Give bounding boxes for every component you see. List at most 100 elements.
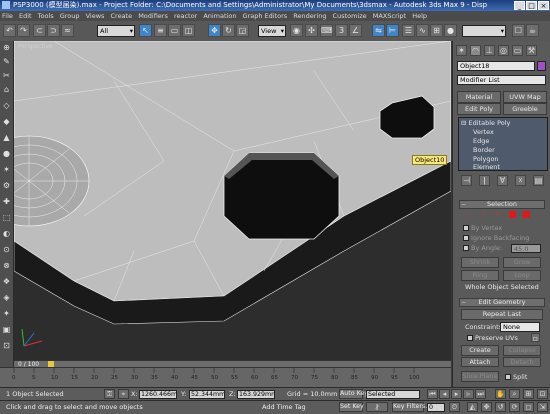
pin-stack-icon[interactable]: ⊣ xyxy=(461,175,472,186)
material-button[interactable]: Material xyxy=(457,91,501,103)
polygon-mode-icon[interactable] xyxy=(509,211,516,218)
attach-button[interactable]: Attach xyxy=(461,357,499,367)
tool-icon-7[interactable]: ▲ xyxy=(2,133,11,142)
stack-sub-edge[interactable]: Edge xyxy=(473,137,489,145)
bind-space-warp-icon[interactable]: ≈ xyxy=(61,24,74,37)
pivot-center-icon[interactable]: ◉ xyxy=(290,24,303,37)
stack-sub-vertex[interactable]: Vertex xyxy=(473,128,494,136)
maximize-viewport-icon[interactable]: ◻ xyxy=(523,402,534,412)
snap-toggle-icon[interactable]: 3 xyxy=(335,24,348,37)
add-time-tag-button[interactable]: Add Time Tag xyxy=(262,403,306,411)
menu-help[interactable]: Help xyxy=(412,12,427,20)
pan-view-icon[interactable]: ✥ xyxy=(481,402,492,412)
create-tab-icon[interactable]: ✶ xyxy=(456,45,467,56)
zoom-all-icon[interactable]: ⊞ xyxy=(523,389,534,399)
greeble-button[interactable]: Greeble xyxy=(503,103,547,115)
next-frame-icon[interactable]: ▹ xyxy=(463,389,474,399)
by-vertex-checkbox[interactable] xyxy=(463,225,469,231)
by-angle-checkbox[interactable] xyxy=(463,245,469,251)
edit-geometry-rollout-header[interactable]: − Edit Geometry xyxy=(459,298,545,307)
zoom-icon[interactable]: ⌕ xyxy=(509,389,520,399)
schematic-view-icon[interactable]: ⊞ xyxy=(430,24,443,37)
stack-sub-border[interactable]: Border xyxy=(473,146,495,154)
edit-poly-button[interactable]: Edit Poly xyxy=(457,103,501,115)
lock-selection-icon[interactable]: ⚿ xyxy=(104,389,115,399)
border-mode-icon[interactable]: ◇ xyxy=(495,211,502,218)
go-to-start-icon[interactable]: ⏮ xyxy=(427,389,438,399)
menu-rendering[interactable]: Rendering xyxy=(293,12,326,20)
rectangle-selection-icon[interactable]: ▭ xyxy=(168,24,181,37)
modifier-stack[interactable]: ⊟ Editable Poly Vertex Edge Border Polyg… xyxy=(458,117,548,171)
uvw-map-button[interactable]: UVW Map xyxy=(503,91,547,103)
slice-plane-button[interactable]: Slice Plane xyxy=(461,371,499,382)
menu-file[interactable]: File xyxy=(2,12,13,20)
ring-button[interactable]: Ring xyxy=(461,270,499,281)
selection-filter-dropdown[interactable]: All xyxy=(97,25,135,37)
tool-icon-4[interactable]: ⌂ xyxy=(2,85,11,94)
tool-icon-13[interactable]: ◐ xyxy=(2,229,11,238)
select-and-scale-icon[interactable]: ◲ xyxy=(236,24,249,37)
perspective-viewport[interactable]: Perspective Object10 xyxy=(14,41,451,360)
curve-editor-icon[interactable]: ∿ xyxy=(416,24,429,37)
grow-button[interactable]: Grow xyxy=(503,257,541,268)
x-coordinate-field[interactable]: 1260.466m xyxy=(139,390,177,399)
auto-key-button[interactable]: Auto Key xyxy=(339,389,368,399)
menu-reactor[interactable]: reactor xyxy=(174,12,197,20)
object-name-field[interactable]: Object18 xyxy=(457,61,535,71)
by-angle-spinner[interactable]: 45.0 xyxy=(511,244,541,253)
tool-icon-9[interactable]: ✶ xyxy=(2,165,11,174)
tool-icon-12[interactable]: ⬚ xyxy=(2,213,11,222)
tool-icon-15[interactable]: ⊗ xyxy=(2,261,11,270)
minimize-button[interactable]: _ xyxy=(514,1,525,10)
select-by-name-icon[interactable]: ≡ xyxy=(154,24,167,37)
shrink-button[interactable]: Shrink xyxy=(461,257,499,268)
preserve-uvs-checkbox[interactable] xyxy=(467,335,473,341)
tool-icon-18[interactable]: ✦ xyxy=(2,309,11,318)
set-key-icon[interactable]: ⚷ xyxy=(366,402,388,412)
go-to-end-icon[interactable]: ⏭ xyxy=(475,389,486,399)
menu-create[interactable]: Create xyxy=(111,12,133,20)
tool-icon-8[interactable]: ● xyxy=(2,149,11,158)
unlink-icon[interactable]: ⊃ xyxy=(47,24,60,37)
select-object-icon[interactable]: ↖ xyxy=(139,24,152,37)
stack-root-editable-poly[interactable]: ⊟ Editable Poly xyxy=(461,119,510,127)
maximize-button[interactable]: □ xyxy=(526,1,537,10)
time-config-icon[interactable]: ⏲ xyxy=(449,402,460,412)
select-manipulate-icon[interactable]: ✣ xyxy=(305,24,318,37)
vertex-mode-icon[interactable]: ∴ xyxy=(467,211,474,218)
tool-icon-2[interactable]: ✎ xyxy=(2,57,11,66)
mirror-icon[interactable]: ⇋ xyxy=(372,24,385,37)
menu-maxscript[interactable]: MAXScript xyxy=(373,12,406,20)
collapse-button[interactable]: Collapse xyxy=(503,345,541,356)
menu-graph-editors[interactable]: Graph Editors xyxy=(243,12,288,20)
stack-sub-polygon[interactable]: Polygon xyxy=(473,155,499,163)
configure-sets-icon[interactable]: ▤ xyxy=(533,175,544,186)
stack-sub-element[interactable]: Element xyxy=(473,163,500,171)
material-editor-icon[interactable]: ● xyxy=(444,24,457,37)
absolute-mode-icon[interactable]: ⌖ xyxy=(118,389,129,399)
render-setup-icon[interactable]: ☐ xyxy=(512,24,525,37)
field-of-view-icon[interactable]: ◭ xyxy=(467,402,478,412)
repeat-last-button[interactable]: Repeat Last xyxy=(461,309,543,320)
layer-manager-icon[interactable]: ☰ xyxy=(402,24,415,37)
make-unique-icon[interactable]: ∀ xyxy=(497,175,508,186)
orbit-icon[interactable]: ↺ xyxy=(495,402,506,412)
show-end-result-icon[interactable]: ǀ xyxy=(479,175,490,186)
tool-icon-11[interactable]: ✚ xyxy=(2,197,11,206)
current-frame-field[interactable]: 0 xyxy=(427,403,445,412)
y-coordinate-field[interactable]: 52.344mm xyxy=(189,390,225,399)
loop-button[interactable]: Loop xyxy=(503,270,541,281)
redo-icon[interactable]: ↷ xyxy=(17,24,30,37)
angle-snap-icon[interactable]: ∠ xyxy=(349,24,362,37)
tool-icon-5[interactable]: ◇ xyxy=(2,101,11,110)
menu-tools[interactable]: Tools xyxy=(38,12,54,20)
keyboard-shortcut-icon[interactable]: ⌨ xyxy=(320,24,333,37)
motion-tab-icon[interactable]: ◎ xyxy=(498,45,509,56)
link-icon[interactable]: ⊂ xyxy=(33,24,46,37)
menu-customize[interactable]: Customize xyxy=(333,12,367,20)
viewport-label[interactable]: Perspective xyxy=(18,43,53,50)
edge-mode-icon[interactable]: ⟋ xyxy=(481,211,488,218)
z-coordinate-field[interactable]: 163.929mm xyxy=(237,390,275,399)
tool-icon-1[interactable]: ⊕ xyxy=(2,43,11,52)
utilities-tab-icon[interactable]: ⚒ xyxy=(526,45,537,56)
